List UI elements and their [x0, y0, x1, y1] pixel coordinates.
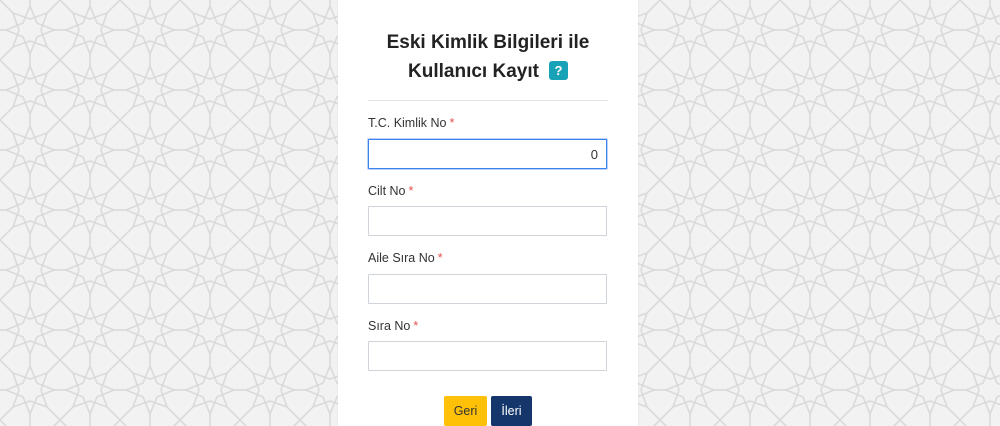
required-mark: * [449, 116, 455, 130]
cilt-no-label: Cilt No * [368, 184, 413, 198]
tc-kimlik-no-label: T.C. Kimlik No * [368, 116, 454, 130]
page-title: Eski Kimlik Bilgileri ile Kullanıcı Kayı… [368, 28, 608, 86]
tc-kimlik-no-label-text: T.C. Kimlik No [368, 116, 447, 130]
title-divider [368, 100, 608, 101]
sira-no-label-text: Sıra No [368, 319, 411, 333]
sira-no-input[interactable] [368, 341, 607, 371]
title-line-2: Kullanıcı Kayıt [408, 61, 539, 82]
question-mark-icon[interactable]: ? [548, 61, 568, 80]
aile-sira-no-label-text: Aile Sıra No [368, 251, 435, 265]
next-button[interactable]: İleri [491, 396, 532, 426]
sira-no-label: Sıra No * [368, 319, 418, 333]
aile-sira-no-label: Aile Sıra No * [368, 251, 443, 265]
tc-kimlik-no-input[interactable] [368, 139, 607, 169]
registration-card: Eski Kimlik Bilgileri ile Kullanıcı Kayı… [338, 0, 638, 426]
cilt-no-input[interactable] [368, 206, 607, 236]
back-button[interactable]: Geri [444, 396, 487, 426]
required-mark: * [413, 319, 419, 333]
required-mark: * [437, 251, 443, 265]
title-line-1: Eski Kimlik Bilgileri ile [386, 32, 590, 53]
cilt-no-label-text: Cilt No [368, 184, 406, 198]
required-mark: * [408, 184, 414, 198]
aile-sira-no-input[interactable] [368, 274, 607, 304]
